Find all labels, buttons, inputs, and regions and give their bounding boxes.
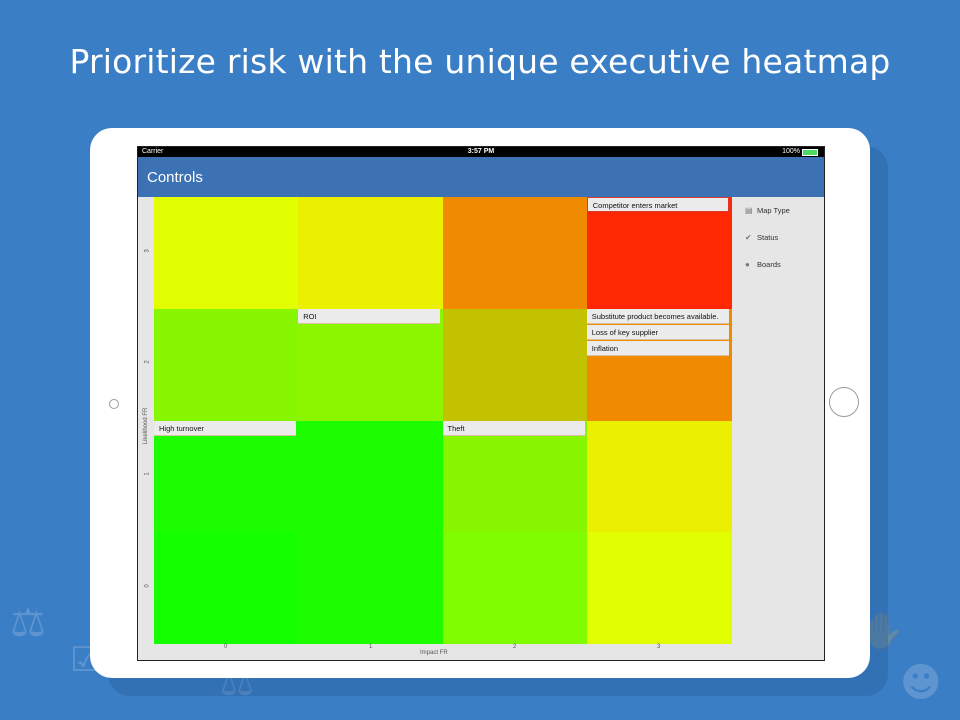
x-tick: 0 bbox=[224, 644, 228, 650]
heatmap-cell-impact1-likelihood2[interactable] bbox=[298, 308, 444, 421]
risk-item[interactable]: Theft bbox=[442, 420, 585, 436]
heatmap-cell-impact3-likelihood0[interactable] bbox=[586, 532, 732, 645]
heatmap-cell-impact2-likelihood0[interactable] bbox=[442, 532, 588, 645]
x-tick: 2 bbox=[513, 644, 517, 650]
clock: 3:57 PM bbox=[467, 148, 495, 155]
tablet-frame: Carrier 3:57 PM 100% Controls Likelihood… bbox=[90, 128, 870, 678]
battery-percent: 100% bbox=[782, 148, 800, 155]
x-axis-label: Impact FR bbox=[420, 650, 448, 656]
heatmap-cell-impact1-likelihood0[interactable] bbox=[298, 532, 444, 645]
camera bbox=[109, 399, 119, 409]
y-tick: 3 bbox=[144, 249, 151, 253]
heatmap-cell-impact3-likelihood1[interactable] bbox=[586, 420, 732, 533]
risk-item[interactable]: Competitor enters market bbox=[586, 197, 729, 212]
person-icon: ● bbox=[745, 260, 750, 269]
risk-item[interactable]: Inflation bbox=[586, 340, 729, 356]
heatmap-cell-impact0-likelihood2[interactable] bbox=[154, 308, 299, 421]
gavel-icon: ⚖ bbox=[10, 600, 46, 646]
heatmap-cell-impact0-likelihood0[interactable] bbox=[154, 532, 299, 645]
battery-icon bbox=[802, 149, 818, 156]
y-tick: 0 bbox=[144, 584, 151, 588]
heatmap-cell-impact3-likelihood3[interactable] bbox=[586, 197, 732, 309]
checkmark-icon: ✔ bbox=[745, 233, 752, 242]
heatmap-cell-impact2-likelihood1[interactable] bbox=[442, 420, 588, 533]
y-axis-label: Likelihood FR bbox=[143, 407, 149, 445]
app-screen: Carrier 3:57 PM 100% Controls Likelihood… bbox=[137, 146, 825, 661]
head-icon: ☻ bbox=[900, 660, 942, 706]
status-bar: Carrier 3:57 PM 100% bbox=[138, 147, 824, 157]
heatmap-cell-impact2-likelihood2[interactable] bbox=[442, 308, 588, 421]
side-menu: ▤ Map Type ✔ Status ● Boards bbox=[733, 197, 824, 660]
menu-item-boards[interactable]: ● Boards bbox=[745, 260, 781, 269]
page-title: Controls bbox=[147, 169, 203, 186]
menu-item-map-type[interactable]: ▤ Map Type bbox=[745, 206, 790, 215]
menu-item-label: Boards bbox=[757, 260, 781, 269]
heatmap-grid: Competitor enters market ROI Substitute pr… bbox=[154, 197, 732, 645]
heatmap-cell-impact1-likelihood3[interactable] bbox=[298, 197, 444, 309]
risk-item[interactable]: High turnover bbox=[154, 420, 296, 436]
heatmap-cell-impact2-likelihood3[interactable] bbox=[442, 197, 588, 309]
heatmap-cell-impact0-likelihood3[interactable] bbox=[154, 197, 299, 309]
heatmap-cell-impact1-likelihood1[interactable] bbox=[298, 420, 444, 533]
menu-item-label: Map Type bbox=[757, 206, 790, 215]
heatmap-cell-impact0-likelihood1[interactable] bbox=[154, 420, 299, 533]
menu-item-status[interactable]: ✔ Status bbox=[745, 233, 778, 242]
menu-item-label: Status bbox=[757, 233, 779, 242]
headline: Prioritize risk with the unique executiv… bbox=[69, 42, 891, 81]
y-tick: 2 bbox=[144, 360, 151, 364]
risk-item[interactable]: Substitute product becomes available. bbox=[586, 308, 729, 324]
nav-bar: Controls bbox=[138, 157, 824, 197]
y-tick: 1 bbox=[144, 472, 151, 476]
home-button[interactable] bbox=[829, 387, 859, 417]
risk-item[interactable]: ROI bbox=[298, 308, 441, 324]
x-tick: 3 bbox=[657, 644, 661, 650]
map-type-icon: ▤ bbox=[745, 206, 753, 215]
risk-item[interactable]: Loss of key supplier bbox=[586, 324, 729, 340]
x-tick: 1 bbox=[369, 644, 373, 650]
